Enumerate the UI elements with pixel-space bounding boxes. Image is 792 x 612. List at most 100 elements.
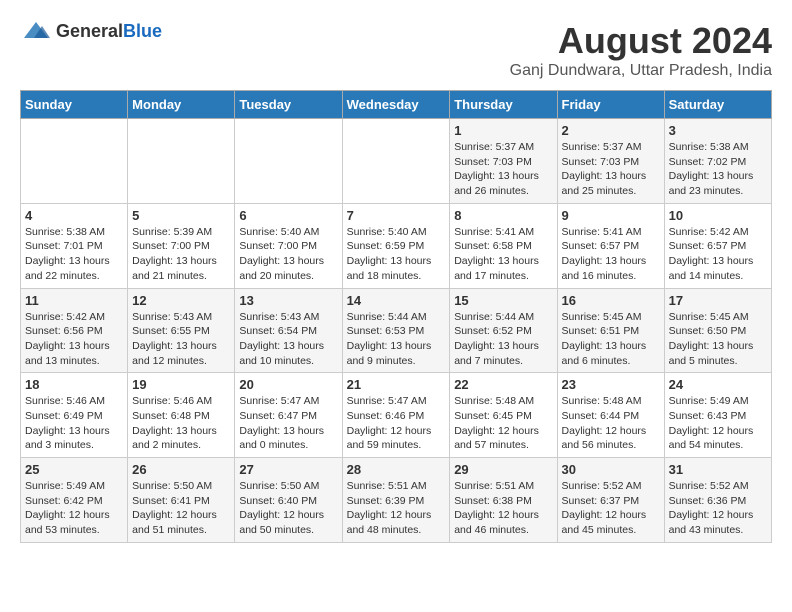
calendar-week-3: 11 Sunrise: 5:42 AM Sunset: 6:56 PM Dayli…: [21, 288, 772, 373]
day-number: 16: [562, 293, 660, 308]
logo: GeneralBlue: [20, 20, 162, 42]
day-info: Sunrise: 5:41 AM Sunset: 6:58 PM Dayligh…: [454, 225, 552, 284]
day-info: Sunrise: 5:37 AM Sunset: 7:03 PM Dayligh…: [562, 140, 660, 199]
header-sunday: Sunday: [21, 91, 128, 119]
calendar-cell: 19 Sunrise: 5:46 AM Sunset: 6:48 PM Dayli…: [128, 373, 235, 458]
calendar-cell: [128, 119, 235, 204]
day-info: Sunrise: 5:38 AM Sunset: 7:01 PM Dayligh…: [25, 225, 123, 284]
day-info: Sunrise: 5:51 AM Sunset: 6:38 PM Dayligh…: [454, 479, 552, 538]
day-info: Sunrise: 5:48 AM Sunset: 6:44 PM Dayligh…: [562, 394, 660, 453]
day-number: 1: [454, 123, 552, 138]
header-wednesday: Wednesday: [342, 91, 450, 119]
calendar-cell: 22 Sunrise: 5:48 AM Sunset: 6:45 PM Dayli…: [450, 373, 557, 458]
calendar-cell: 30 Sunrise: 5:52 AM Sunset: 6:37 PM Dayli…: [557, 458, 664, 543]
calendar-cell: 2 Sunrise: 5:37 AM Sunset: 7:03 PM Daylig…: [557, 119, 664, 204]
day-info: Sunrise: 5:48 AM Sunset: 6:45 PM Dayligh…: [454, 394, 552, 453]
day-info: Sunrise: 5:46 AM Sunset: 6:49 PM Dayligh…: [25, 394, 123, 453]
title-section: August 2024 Ganj Dundwara, Uttar Pradesh…: [510, 20, 772, 80]
day-info: Sunrise: 5:51 AM Sunset: 6:39 PM Dayligh…: [347, 479, 446, 538]
calendar-cell: 3 Sunrise: 5:38 AM Sunset: 7:02 PM Daylig…: [664, 119, 771, 204]
day-number: 17: [669, 293, 767, 308]
day-number: 11: [25, 293, 123, 308]
day-info: Sunrise: 5:46 AM Sunset: 6:48 PM Dayligh…: [132, 394, 230, 453]
calendar-cell: 16 Sunrise: 5:45 AM Sunset: 6:51 PM Dayli…: [557, 288, 664, 373]
calendar-cell: 28Sunrise: 5:51 AM Sunset: 6:39 PM Dayli…: [342, 458, 450, 543]
day-info: Sunrise: 5:43 AM Sunset: 6:55 PM Dayligh…: [132, 310, 230, 369]
day-number: 18: [25, 377, 123, 392]
day-info: Sunrise: 5:49 AM Sunset: 6:43 PM Dayligh…: [669, 394, 767, 453]
day-info: Sunrise: 5:38 AM Sunset: 7:02 PM Dayligh…: [669, 140, 767, 199]
day-number: 8: [454, 208, 552, 223]
header-tuesday: Tuesday: [235, 91, 342, 119]
day-info: Sunrise: 5:40 AM Sunset: 6:59 PM Dayligh…: [347, 225, 446, 284]
calendar-cell: 10Sunrise: 5:42 AM Sunset: 6:57 PM Dayli…: [664, 203, 771, 288]
calendar-cell: 17 Sunrise: 5:45 AM Sunset: 6:50 PM Dayli…: [664, 288, 771, 373]
calendar-cell: 15 Sunrise: 5:44 AM Sunset: 6:52 PM Dayli…: [450, 288, 557, 373]
day-number: 5: [132, 208, 230, 223]
day-info: Sunrise: 5:43 AM Sunset: 6:54 PM Dayligh…: [239, 310, 337, 369]
day-number: 2: [562, 123, 660, 138]
day-number: 13: [239, 293, 337, 308]
day-number: 7: [347, 208, 446, 223]
day-number: 30: [562, 462, 660, 477]
calendar-cell: 26Sunrise: 5:50 AM Sunset: 6:41 PM Dayli…: [128, 458, 235, 543]
day-number: 23: [562, 377, 660, 392]
day-number: 6: [239, 208, 337, 223]
header-section: GeneralBlue August 2024 Ganj Dundwara, U…: [20, 20, 772, 80]
day-number: 21: [347, 377, 446, 392]
day-info: Sunrise: 5:40 AM Sunset: 7:00 PM Dayligh…: [239, 225, 337, 284]
day-number: 14: [347, 293, 446, 308]
day-number: 3: [669, 123, 767, 138]
calendar-cell: 1 Sunrise: 5:37 AM Sunset: 7:03 PM Daylig…: [450, 119, 557, 204]
day-number: 22: [454, 377, 552, 392]
day-number: 4: [25, 208, 123, 223]
calendar-week-1: 1 Sunrise: 5:37 AM Sunset: 7:03 PM Daylig…: [21, 119, 772, 204]
day-number: 29: [454, 462, 552, 477]
day-info: Sunrise: 5:42 AM Sunset: 6:56 PM Dayligh…: [25, 310, 123, 369]
day-info: Sunrise: 5:52 AM Sunset: 6:37 PM Dayligh…: [562, 479, 660, 538]
header-monday: Monday: [128, 91, 235, 119]
day-info: Sunrise: 5:37 AM Sunset: 7:03 PM Dayligh…: [454, 140, 552, 199]
month-title: August 2024: [510, 20, 772, 62]
calendar-cell: 20 Sunrise: 5:47 AM Sunset: 6:47 PM Dayli…: [235, 373, 342, 458]
day-info: Sunrise: 5:44 AM Sunset: 6:52 PM Dayligh…: [454, 310, 552, 369]
calendar-week-2: 4 Sunrise: 5:38 AM Sunset: 7:01 PM Daylig…: [21, 203, 772, 288]
calendar-cell: 29 Sunrise: 5:51 AM Sunset: 6:38 PM Dayli…: [450, 458, 557, 543]
calendar-table: SundayMondayTuesdayWednesdayThursdayFrid…: [20, 90, 772, 543]
day-info: Sunrise: 5:42 AM Sunset: 6:57 PM Dayligh…: [669, 225, 767, 284]
day-info: Sunrise: 5:52 AM Sunset: 6:36 PM Dayligh…: [669, 479, 767, 538]
day-info: Sunrise: 5:50 AM Sunset: 6:40 PM Dayligh…: [239, 479, 337, 538]
calendar-cell: 7 Sunrise: 5:40 AM Sunset: 6:59 PM Daylig…: [342, 203, 450, 288]
day-info: Sunrise: 5:44 AM Sunset: 6:53 PM Dayligh…: [347, 310, 446, 369]
day-number: 19: [132, 377, 230, 392]
calendar-cell: 24 Sunrise: 5:49 AM Sunset: 6:43 PM Dayli…: [664, 373, 771, 458]
calendar-cell: 5Sunrise: 5:39 AM Sunset: 7:00 PM Daylig…: [128, 203, 235, 288]
calendar-cell: 23 Sunrise: 5:48 AM Sunset: 6:44 PM Dayli…: [557, 373, 664, 458]
calendar-cell: 25Sunrise: 5:49 AM Sunset: 6:42 PM Dayli…: [21, 458, 128, 543]
calendar-cell: 31 Sunrise: 5:52 AM Sunset: 6:36 PM Dayli…: [664, 458, 771, 543]
day-number: 25: [25, 462, 123, 477]
day-info: Sunrise: 5:45 AM Sunset: 6:51 PM Dayligh…: [562, 310, 660, 369]
day-number: 31: [669, 462, 767, 477]
day-number: 20: [239, 377, 337, 392]
calendar-week-4: 18 Sunrise: 5:46 AM Sunset: 6:49 PM Dayli…: [21, 373, 772, 458]
day-info: Sunrise: 5:41 AM Sunset: 6:57 PM Dayligh…: [562, 225, 660, 284]
calendar-cell: 8 Sunrise: 5:41 AM Sunset: 6:58 PM Daylig…: [450, 203, 557, 288]
calendar-cell: 14 Sunrise: 5:44 AM Sunset: 6:53 PM Dayli…: [342, 288, 450, 373]
calendar-week-5: 25Sunrise: 5:49 AM Sunset: 6:42 PM Dayli…: [21, 458, 772, 543]
calendar-header-row: SundayMondayTuesdayWednesdayThursdayFrid…: [21, 91, 772, 119]
day-number: 15: [454, 293, 552, 308]
logo-text: GeneralBlue: [56, 21, 162, 42]
day-info: Sunrise: 5:45 AM Sunset: 6:50 PM Dayligh…: [669, 310, 767, 369]
calendar-cell: 13 Sunrise: 5:43 AM Sunset: 6:54 PM Dayli…: [235, 288, 342, 373]
day-number: 12: [132, 293, 230, 308]
day-info: Sunrise: 5:47 AM Sunset: 6:46 PM Dayligh…: [347, 394, 446, 453]
calendar-cell: 27 Sunrise: 5:50 AM Sunset: 6:40 PM Dayli…: [235, 458, 342, 543]
day-info: Sunrise: 5:47 AM Sunset: 6:47 PM Dayligh…: [239, 394, 337, 453]
day-number: 26: [132, 462, 230, 477]
calendar-cell: [235, 119, 342, 204]
day-number: 24: [669, 377, 767, 392]
day-number: 27: [239, 462, 337, 477]
calendar-cell: 6 Sunrise: 5:40 AM Sunset: 7:00 PM Daylig…: [235, 203, 342, 288]
header-saturday: Saturday: [664, 91, 771, 119]
